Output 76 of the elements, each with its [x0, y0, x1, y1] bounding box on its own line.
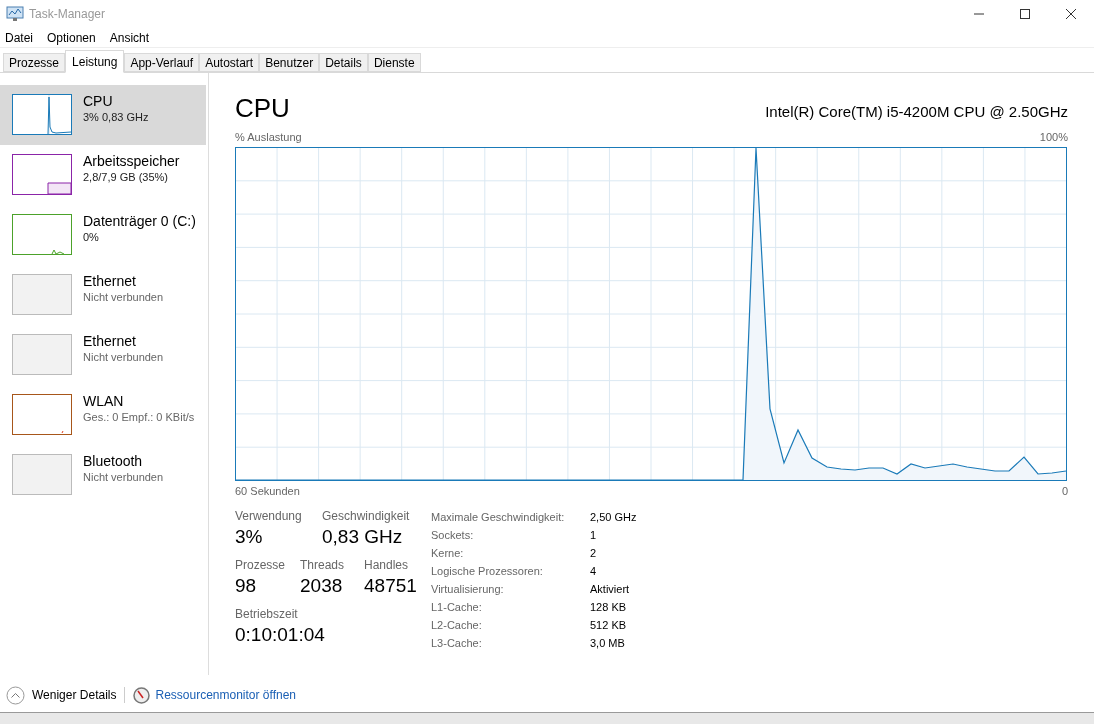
sidebar-item[interactable]: Datenträger 0 (C:) 0%: [0, 205, 206, 265]
axis-min: 0: [1061, 483, 1068, 499]
detail-value: 1: [590, 528, 598, 542]
thumbnail-graph: [12, 454, 72, 495]
menu-item[interactable]: Datei: [5, 28, 33, 47]
time-span: 60 Sekunden: [235, 483, 300, 499]
detail-label: Logische Prozessoren:: [431, 564, 544, 578]
stat-value: 0:10:01:04: [235, 623, 326, 647]
tab[interactable]: Details: [319, 53, 368, 72]
item-name: Ethernet: [83, 272, 137, 290]
item-name: Ethernet: [83, 332, 137, 350]
maximize-icon: [1020, 9, 1030, 19]
window-title: Task-Manager: [29, 6, 106, 23]
tab[interactable]: Dienste: [367, 53, 421, 72]
detail-value: 2: [590, 546, 598, 560]
tab[interactable]: Autostart: [199, 53, 260, 72]
stat-label: Prozesse: [235, 558, 287, 573]
item-name: Arbeitsspeicher: [83, 152, 180, 170]
stat-value: 3%: [235, 525, 264, 549]
stat-value: 0,83 GHz: [322, 525, 404, 549]
item-detail: Nicht verbunden: [83, 350, 164, 365]
sidebar-item[interactable]: WLAN Ges.: 0 Empf.: 0 KBit/s: [0, 385, 206, 445]
item-detail: 3% 0,83 GHz: [83, 110, 149, 125]
menu-item[interactable]: Optionen: [47, 28, 96, 47]
stat-label: Verwendung: [235, 509, 303, 524]
stat-value: 98: [235, 574, 258, 598]
less-details-link[interactable]: Weniger Details: [32, 686, 117, 704]
detail-value: 4: [590, 564, 598, 578]
app-icon: [6, 6, 24, 22]
tab[interactable]: Leistung: [65, 50, 125, 73]
item-detail: 0%: [83, 230, 100, 245]
item-detail: Nicht verbunden: [83, 290, 164, 305]
sidebar-item[interactable]: Bluetooth Nicht verbunden: [0, 445, 206, 505]
axis-label: % Auslastung: [235, 130, 302, 145]
thumbnail-graph: [12, 334, 72, 375]
detail-label: L1-Cache:: [431, 600, 483, 614]
close-icon: [1066, 9, 1076, 19]
menu-item[interactable]: Ansicht: [109, 28, 150, 47]
sidebar-item[interactable]: CPU 3% 0,83 GHz: [0, 85, 206, 145]
processor-name: Intel(R) Core(TM) i5-4200M CPU @ 2.50GHz: [765, 101, 1068, 122]
item-name: WLAN: [83, 392, 125, 410]
item-name: Bluetooth: [83, 452, 144, 470]
detail-label: Sockets:: [431, 528, 475, 542]
stat-label: Betriebszeit: [235, 607, 299, 622]
tab[interactable]: Benutzer: [259, 53, 320, 72]
sidebar-item[interactable]: Ethernet Nicht verbunden: [0, 325, 206, 385]
sidebar-item[interactable]: Ethernet Nicht verbunden: [0, 265, 206, 325]
item-name: CPU: [83, 92, 114, 110]
detail-label: Virtualisierung:: [431, 582, 505, 596]
gauge-icon: [133, 686, 151, 704]
item-detail: Ges.: 0 Empf.: 0 KBit/s: [83, 410, 195, 425]
item-detail: 2,8/7,9 GB (35%): [83, 170, 169, 185]
stat-label: Threads: [300, 558, 346, 573]
sidebar-item[interactable]: Arbeitsspeicher 2,8/7,9 GB (35%): [0, 145, 206, 205]
tab[interactable]: Prozesse: [3, 53, 66, 72]
detail-label: Kerne:: [431, 546, 465, 560]
cpu-heading: CPU: [235, 93, 290, 123]
detail-label: Maximale Geschwindigkeit:: [431, 510, 566, 524]
item-detail: Nicht verbunden: [83, 470, 164, 485]
detail-value: 512 KB: [590, 618, 628, 632]
item-name: Datenträger 0 (C:): [83, 212, 196, 230]
collapse-icon[interactable]: [6, 685, 25, 705]
tab[interactable]: App-Verlauf: [124, 53, 200, 72]
stat-value: 2038: [300, 574, 344, 598]
stat-label: Geschwindigkeit: [322, 509, 410, 524]
detail-value: 3,0 MB: [590, 636, 626, 650]
detail-value: 2,50 GHz: [590, 510, 637, 524]
stat-label: Handles: [364, 558, 410, 573]
detail-label: L2-Cache:: [431, 618, 483, 632]
stat-value: 48751: [364, 574, 417, 598]
resource-monitor-link[interactable]: Ressourcenmonitor öffnen: [155, 686, 296, 704]
detail-label: L3-Cache:: [431, 636, 483, 650]
detail-value: Aktiviert: [590, 582, 631, 596]
detail-value: 128 KB: [590, 600, 628, 614]
thumbnail-graph: [12, 274, 72, 315]
axis-max: 100%: [1039, 130, 1068, 145]
